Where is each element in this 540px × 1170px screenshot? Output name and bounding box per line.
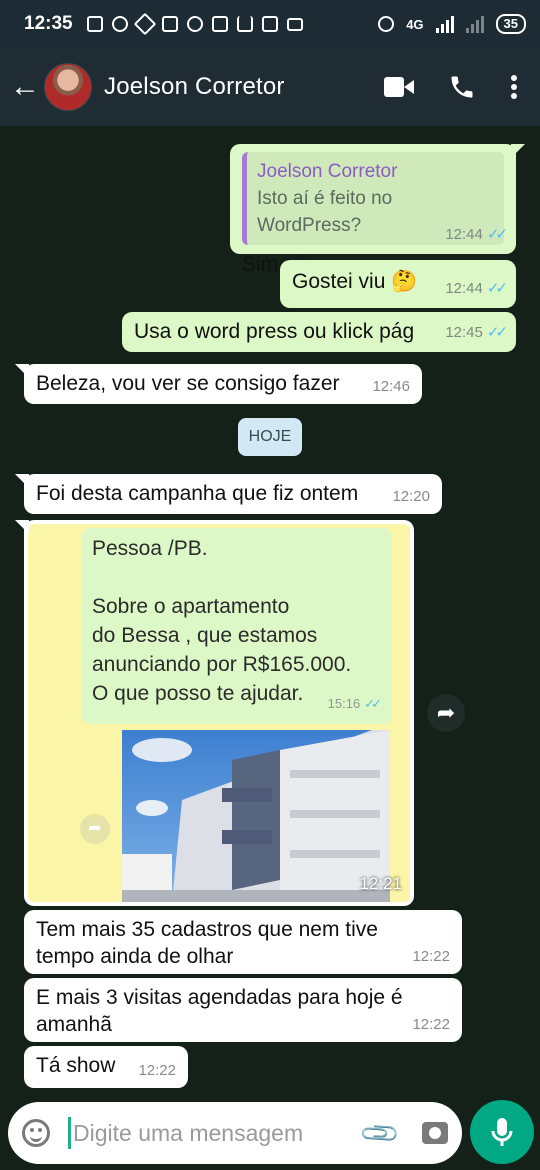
avatar[interactable] xyxy=(44,63,92,111)
text-cursor xyxy=(68,1117,71,1149)
more-options-icon[interactable] xyxy=(510,74,518,100)
chat-header: ← Joelson Corretor xyxy=(0,48,540,126)
laptop-icon xyxy=(286,17,303,31)
camera-icon[interactable] xyxy=(422,1122,448,1144)
incoming-message[interactable]: E mais 3 visitas agendadas para hoje é a… xyxy=(24,978,462,1042)
image-thumbnail[interactable]: Pessoa /PB. Sobre o apartamento do Bessa… xyxy=(28,524,410,902)
message-meta: 12:44 ✓✓ xyxy=(445,226,508,243)
voice-call-icon[interactable] xyxy=(448,73,476,101)
incoming-message[interactable]: Foi desta campanha que fiz ontem 12:20 xyxy=(15,474,442,514)
whatsapp-icon xyxy=(111,16,128,32)
forward-icon: ➦ xyxy=(80,814,110,844)
image-inner-text: Pessoa /PB. Sobre o apartamento do Bessa… xyxy=(92,537,352,705)
message-time: 12:20 xyxy=(392,488,430,505)
alarm-icon xyxy=(378,16,395,32)
incoming-message[interactable]: Tem mais 35 cadastros que nem tive tempo… xyxy=(24,910,462,974)
download-icon xyxy=(236,16,253,32)
outgoing-message[interactable]: Joelson Corretor Isto aí é feito no Word… xyxy=(230,144,525,276)
message-time: 12:22 xyxy=(138,1062,176,1079)
forward-button[interactable]: ➦ xyxy=(427,694,465,732)
system-status: 4G 35 xyxy=(378,14,526,34)
image-inner-bubble: Pessoa /PB. Sobre o apartamento do Bessa… xyxy=(82,528,392,724)
status-bar: 12:35 4G 35 xyxy=(0,0,540,48)
message-list[interactable]: Joelson Corretor Isto aí é feito no Word… xyxy=(0,126,540,1094)
message-text: Tem mais 35 cadastros que nem tive tempo… xyxy=(36,918,378,968)
message-input[interactable]: Digite uma mensagem xyxy=(73,1120,364,1147)
attach-icon[interactable]: 📎 xyxy=(357,1111,402,1156)
read-ticks-icon: ✓✓ xyxy=(486,324,508,341)
signal-secondary-icon xyxy=(465,15,484,33)
microphone-button[interactable] xyxy=(470,1100,534,1164)
outgoing-message[interactable]: Usa o word press ou klick pág 12:45 ✓✓ xyxy=(122,312,516,352)
instagram-icon xyxy=(161,16,178,32)
incoming-message[interactable]: Tá show 12:22 xyxy=(24,1046,188,1088)
status-time: 12:35 xyxy=(24,13,73,34)
message-input-field[interactable]: Digite uma mensagem 📎 xyxy=(8,1102,462,1164)
quoted-sender: Joelson Corretor xyxy=(257,161,398,182)
mail-icon xyxy=(261,16,278,32)
date-divider: HOJE xyxy=(238,418,302,456)
message-text: Beleza, vou ver se consigo fazer xyxy=(36,372,340,395)
notification-icons xyxy=(86,12,303,36)
microphone-icon xyxy=(491,1118,513,1146)
contact-name[interactable]: Joelson Corretor xyxy=(104,73,285,101)
message-time: 12:21 xyxy=(359,874,402,893)
message-meta: 12:44 ✓✓ xyxy=(445,280,508,297)
incoming-message[interactable]: Beleza, vou ver se consigo fazer 12:46 xyxy=(15,364,422,404)
video-call-icon[interactable] xyxy=(384,77,414,97)
message-meta: 12:45 ✓✓ xyxy=(445,324,508,341)
back-arrow-icon[interactable]: ← xyxy=(8,70,42,104)
facebook-icon xyxy=(186,16,203,32)
message-time: 12:22 xyxy=(412,948,450,965)
message-time: 12:22 xyxy=(412,1016,450,1033)
message-time: 12:46 xyxy=(372,378,410,395)
image-message[interactable]: Pessoa /PB. Sobre o apartamento do Bessa… xyxy=(15,520,414,906)
telegram-icon xyxy=(133,12,156,36)
read-ticks-icon: ✓✓ xyxy=(486,226,508,243)
emoji-icon[interactable] xyxy=(22,1119,50,1147)
building-photo xyxy=(122,730,390,902)
gmail-icon xyxy=(211,16,228,32)
image-inner-meta: 15:16 ✓✓ xyxy=(327,696,382,711)
network-type: 4G xyxy=(406,16,424,32)
message-text: Foi desta campanha que fiz ontem xyxy=(36,482,359,505)
message-icon xyxy=(86,16,103,32)
battery-indicator: 35 xyxy=(495,14,526,34)
message-text: E mais 3 visitas agendadas para hoje é a… xyxy=(36,986,403,1036)
read-ticks-icon: ✓✓ xyxy=(364,696,382,711)
compose-bar: Digite uma mensagem 📎 xyxy=(0,1094,540,1170)
read-ticks-icon: ✓✓ xyxy=(486,280,508,297)
signal-icon xyxy=(435,15,454,33)
outgoing-message[interactable]: Gostei viu 🤔 12:44 ✓✓ xyxy=(280,260,516,308)
